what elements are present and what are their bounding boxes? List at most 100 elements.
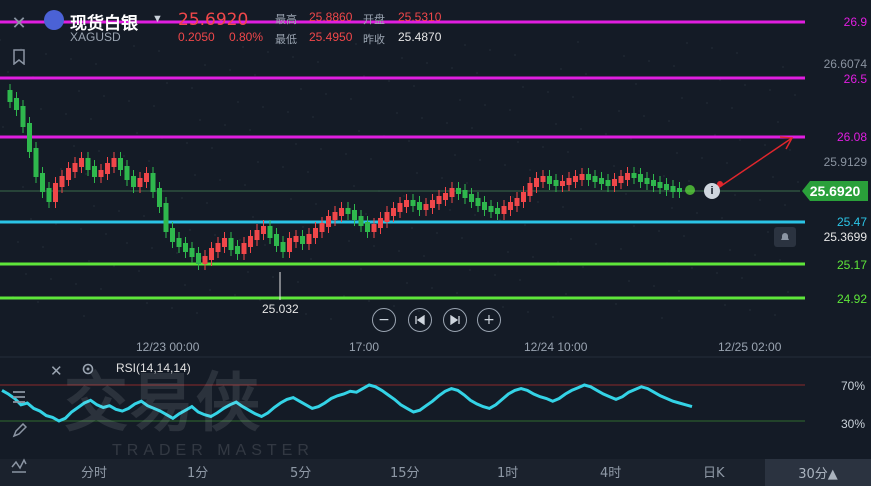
settings-icon[interactable]: [81, 362, 95, 381]
bell-icon[interactable]: [774, 227, 796, 247]
price-level-26-5: 26.5: [843, 72, 867, 86]
candle-body: [176, 238, 182, 247]
texture-dot: [406, 282, 408, 284]
texture-dot: [191, 87, 193, 89]
forecast-arrow: [717, 137, 793, 189]
candle-body: [618, 176, 624, 183]
tf-4h[interactable]: 4时: [600, 462, 621, 481]
candle-body: [573, 176, 578, 182]
timeframe-bar-bg: [0, 459, 871, 486]
texture-dot: [209, 289, 211, 291]
texture-dot: [45, 53, 47, 55]
texture-dot: [300, 88, 302, 90]
texture-dot: [60, 168, 62, 170]
candle-body: [14, 98, 19, 110]
texture-dot: [75, 283, 77, 285]
zoom-in-icon[interactable]: +: [477, 308, 501, 332]
tf-1h[interactable]: 1时: [497, 462, 518, 481]
close-rsi-icon[interactable]: ✕: [50, 362, 63, 380]
texture-dot: [711, 47, 713, 49]
info-icon[interactable]: i: [704, 183, 720, 199]
texture-dot: [171, 307, 173, 309]
price-level-25-47: 25.47: [836, 215, 867, 229]
texture-dot: [524, 224, 526, 226]
texture-dot: [484, 104, 486, 106]
candle-body: [664, 184, 669, 190]
candle-body: [423, 204, 429, 210]
indicator-icon[interactable]: [4, 450, 34, 480]
tf-day[interactable]: 日K: [703, 462, 725, 481]
texture-dot: [70, 58, 72, 60]
texture-dot: [716, 272, 718, 274]
chevron-down-icon[interactable]: ▼: [152, 13, 163, 25]
texture-dot: [80, 228, 82, 230]
texture-dot: [577, 41, 579, 43]
tf-15m[interactable]: 15分: [390, 462, 420, 481]
texture-dot: [741, 277, 743, 279]
texture-dot: [527, 311, 529, 313]
texture-dot: [736, 52, 738, 54]
texture-dot: [782, 66, 784, 68]
texture-dot: [529, 169, 531, 171]
candle-body: [92, 166, 97, 177]
texture-dot: [426, 62, 428, 64]
texture-dot: [726, 162, 728, 164]
pen-icon[interactable]: [4, 416, 34, 446]
step-back-icon[interactable]: [408, 308, 432, 332]
texture-dot: [353, 185, 355, 187]
zoom-out-icon[interactable]: −: [372, 308, 396, 332]
texture-dot: [774, 314, 776, 316]
texture-dot: [769, 89, 771, 91]
texture-dot: [507, 251, 509, 253]
texture-dot: [282, 166, 284, 168]
candle-body: [157, 188, 162, 207]
tf-tick[interactable]: 分时: [81, 462, 107, 481]
texture-dot: [464, 44, 466, 46]
candle-body: [495, 208, 500, 214]
tf-30m-active[interactable]: 30分▲: [765, 459, 871, 486]
texture-dot: [239, 239, 241, 241]
candle-body: [358, 216, 364, 226]
texture-dot: [509, 109, 511, 111]
candlestick-series: [7, 84, 682, 270]
candle-body: [397, 203, 403, 212]
texture-dot: [585, 73, 587, 75]
candle-body: [586, 174, 591, 180]
texture-dot: [633, 225, 635, 227]
texture-dot: [555, 123, 557, 125]
close-icon[interactable]: ✕: [4, 8, 34, 38]
texture-dot: [731, 107, 733, 109]
texture-dot: [65, 113, 67, 115]
bookmark-icon[interactable]: [4, 42, 34, 72]
candle-body: [46, 188, 52, 202]
texture-dot: [789, 149, 791, 151]
tf-5m[interactable]: 5分: [290, 462, 311, 481]
texture-dot: [754, 254, 756, 256]
candle-body: [150, 173, 156, 192]
texture-dot: [615, 303, 617, 305]
candle-body: [443, 193, 448, 200]
candle-body: [261, 226, 266, 234]
candle-body: [293, 236, 299, 242]
candle-body: [228, 238, 234, 250]
texture-dot: [17, 241, 19, 243]
texture-dot: [408, 140, 410, 142]
candle-body: [592, 176, 598, 182]
texture-dot: [88, 260, 90, 262]
texture-dot: [582, 266, 584, 268]
candle-body: [189, 248, 195, 257]
instrument-code: XAGUSD: [70, 30, 121, 44]
texture-dot: [83, 315, 85, 317]
candle-body: [436, 196, 442, 204]
texture-dot: [729, 249, 731, 251]
candle-body: [72, 163, 78, 172]
step-forward-icon[interactable]: [443, 308, 467, 332]
candle-body: [417, 202, 422, 210]
candle-body: [547, 176, 552, 184]
texture-dot: [620, 248, 622, 250]
tf-1m[interactable]: 1分: [187, 462, 208, 481]
texture-dot: [2, 126, 4, 128]
texture-dot: [618, 110, 620, 112]
candle-body: [339, 208, 344, 216]
layers-icon[interactable]: [4, 382, 34, 412]
